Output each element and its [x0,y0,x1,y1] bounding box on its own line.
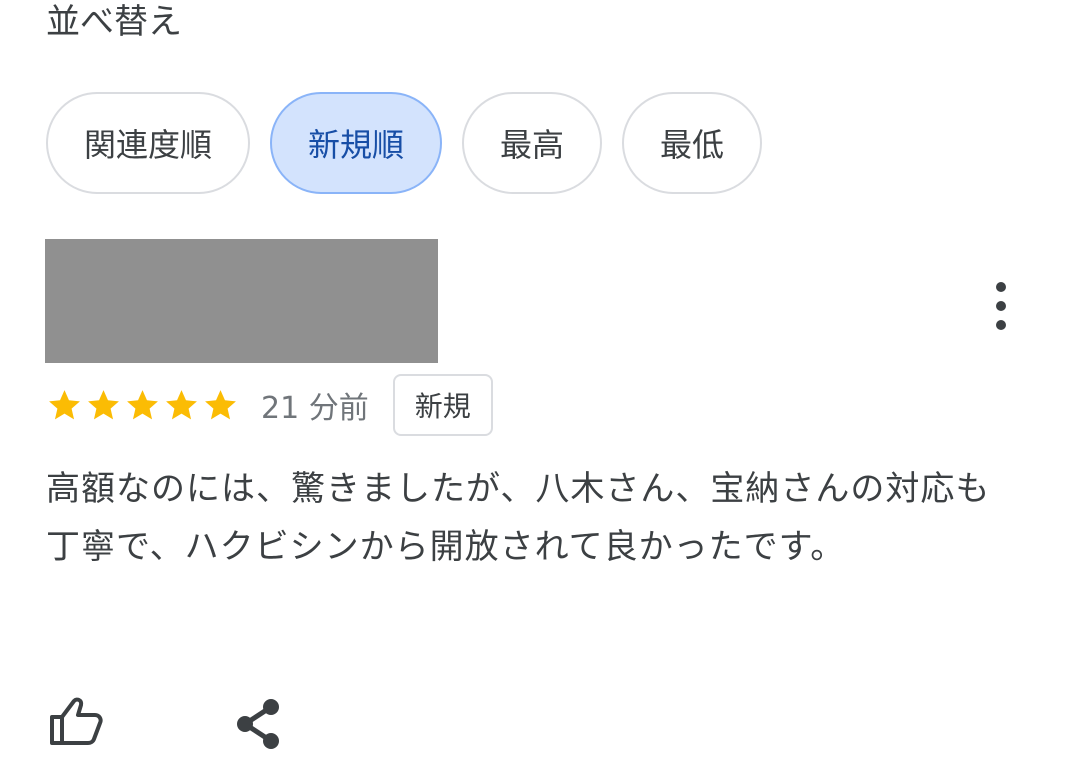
sort-chip-relevance[interactable]: 関連度順 [46,92,251,194]
review-time: 21 分前 [261,391,369,426]
sort-chip-lowest[interactable]: 最低 [622,92,763,194]
review-text: 高額なのには、驚きましたが、八木さん、宝納さんの対応も丁寧で、ハクビシンから開放… [46,469,991,567]
share-button[interactable] [233,697,285,751]
star-icon [166,389,197,419]
thumb-up-icon [50,697,103,745]
like-button[interactable] [48,695,104,747]
review-meta: 21 分前 新規 [46,374,493,436]
more-vert-icon-dot [996,301,1006,311]
star-icon [205,389,236,419]
reviewer-name-redacted [45,239,438,363]
sort-title: 並べ替え [46,2,182,42]
more-options-button[interactable] [976,270,1026,342]
share-icon [237,699,279,749]
more-vert-icon [996,282,1006,292]
sort-chip-newest[interactable]: 新規順 [270,92,443,194]
star-icon [88,389,119,419]
new-badge: 新規 [392,374,493,436]
star-rating [46,387,239,424]
star-icon [49,389,80,419]
sort-chip-group: 関連度順 新規順 最高 最低 [46,92,763,194]
sort-chip-highest[interactable]: 最高 [462,92,603,194]
reviews-panel: 並べ替え 関連度順 新規順 最高 最低 21 分前 新規 高額なのには、驚きまし… [0,0,1080,777]
more-vert-icon-dot [996,320,1006,330]
star-icon [127,389,158,419]
